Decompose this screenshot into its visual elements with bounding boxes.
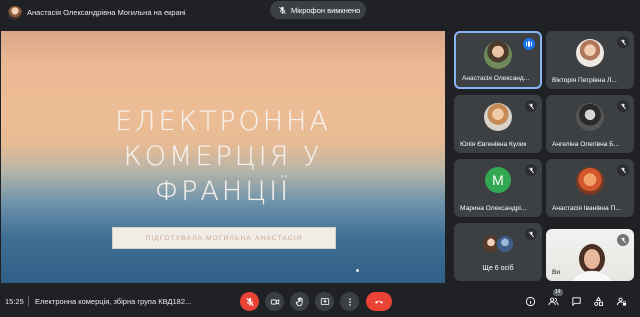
participant-name: Вікторія Петрівна Л... bbox=[552, 77, 617, 84]
mouse-cursor bbox=[356, 269, 359, 272]
self-name: Ви bbox=[552, 269, 561, 276]
chat-button[interactable] bbox=[569, 294, 583, 308]
lock-person-icon bbox=[616, 297, 626, 306]
mic-muted-icon bbox=[617, 234, 629, 246]
slide-title-line-2: КОМЕРЦІЯ У bbox=[123, 141, 323, 172]
speaking-indicator-icon bbox=[523, 38, 535, 50]
present-screen-button[interactable] bbox=[315, 292, 334, 311]
slide-title-line-1: ЕЛЕКТРОННА bbox=[115, 106, 331, 137]
more-options-button[interactable] bbox=[340, 292, 359, 311]
leave-call-button[interactable] bbox=[366, 292, 392, 311]
participant-tile[interactable]: M Марина Олександрі... bbox=[454, 159, 542, 217]
meeting-details-button[interactable] bbox=[523, 294, 537, 308]
hang-up-icon bbox=[375, 300, 383, 304]
mic-off-toast-text: Мікрофон вимкнено bbox=[291, 5, 361, 15]
participant-avatar bbox=[576, 39, 604, 67]
participant-avatar bbox=[576, 103, 604, 131]
more-participants-avatars bbox=[482, 235, 516, 255]
slide-title: ЕЛЕКТРОННА КОМЕРЦІЯ У ФРАНЦІЇ bbox=[1, 104, 445, 209]
presenter-avatar bbox=[8, 6, 22, 20]
participant-tile[interactable]: Анастасія Іванівна П... bbox=[546, 159, 634, 217]
mic-muted-icon bbox=[525, 100, 537, 112]
more-participants-label: Ще 6 осіб bbox=[482, 265, 514, 272]
activities-icon bbox=[593, 295, 603, 306]
more-vertical-icon bbox=[348, 297, 351, 306]
top-bar: Анастасія Олександрівна Могильна на екра… bbox=[0, 0, 640, 28]
slide-author-box: ПІДГОТУВАЛА МОГИЛЬНА АНАСТАСІЯ bbox=[112, 227, 336, 249]
camera-icon bbox=[270, 298, 279, 305]
activities-button[interactable] bbox=[591, 294, 605, 308]
self-video-person bbox=[572, 244, 612, 281]
participant-tile[interactable]: Юлія Євгенівна Кулик bbox=[454, 95, 542, 153]
more-participants-tile[interactable]: Ще 6 осіб bbox=[454, 223, 542, 281]
participant-tile[interactable]: Ангеліна Олегівна Б... bbox=[546, 95, 634, 153]
divider bbox=[28, 296, 29, 306]
toggle-camera-button[interactable] bbox=[265, 292, 284, 311]
mic-muted-icon bbox=[525, 228, 537, 240]
participant-tile-speaking[interactable]: Анастасія Олександ... bbox=[454, 31, 542, 89]
mic-muted-icon bbox=[617, 100, 629, 112]
slide-title-line-3: ФРАНЦІЇ bbox=[154, 176, 292, 207]
participant-tile[interactable]: Вікторія Петрівна Л... bbox=[546, 31, 634, 89]
mic-muted-icon bbox=[617, 36, 629, 48]
participant-initial-avatar: M bbox=[485, 167, 511, 193]
mic-off-icon bbox=[245, 297, 254, 306]
participant-name: Юлія Євгенівна Кулик bbox=[460, 141, 527, 148]
mic-muted-icon bbox=[525, 164, 537, 176]
people-icon bbox=[547, 297, 559, 305]
presenter-label: Анастасія Олександрівна Могильна на екра… bbox=[27, 8, 186, 17]
participant-name: Анастасія Іванівна П... bbox=[552, 205, 621, 212]
people-button[interactable] bbox=[546, 294, 560, 308]
present-icon bbox=[320, 297, 329, 305]
host-controls-button[interactable] bbox=[614, 294, 628, 308]
participant-count-badge: 14 bbox=[553, 289, 563, 296]
participant-avatar bbox=[576, 167, 604, 195]
mic-off-icon bbox=[279, 6, 286, 14]
info-icon bbox=[525, 296, 535, 306]
clock: 15:25 bbox=[5, 297, 24, 306]
mic-muted-icon bbox=[617, 164, 629, 176]
meeting-title: Електронна комерція, збірна група КВД182… bbox=[35, 297, 192, 306]
toggle-mic-button[interactable] bbox=[240, 292, 259, 311]
chat-icon bbox=[571, 296, 581, 306]
hand-icon bbox=[295, 296, 302, 306]
participant-name: Анастасія Олександ... bbox=[462, 75, 530, 82]
shared-screen-slide: ЕЛЕКТРОННА КОМЕРЦІЯ У ФРАНЦІЇ ПІДГОТУВАЛ… bbox=[1, 31, 445, 283]
participant-avatar bbox=[484, 41, 512, 69]
mic-off-toast: Мікрофон вимкнено bbox=[270, 1, 366, 19]
participant-name: Ангеліна Олегівна Б... bbox=[552, 141, 620, 148]
participant-avatar bbox=[484, 103, 512, 131]
participant-name: Марина Олександрі... bbox=[460, 205, 527, 212]
bottom-bar: 15:25 Електронна комерція, збірна група … bbox=[0, 288, 640, 317]
raise-hand-button[interactable] bbox=[290, 292, 309, 311]
self-view-tile[interactable]: Ви bbox=[546, 229, 634, 281]
